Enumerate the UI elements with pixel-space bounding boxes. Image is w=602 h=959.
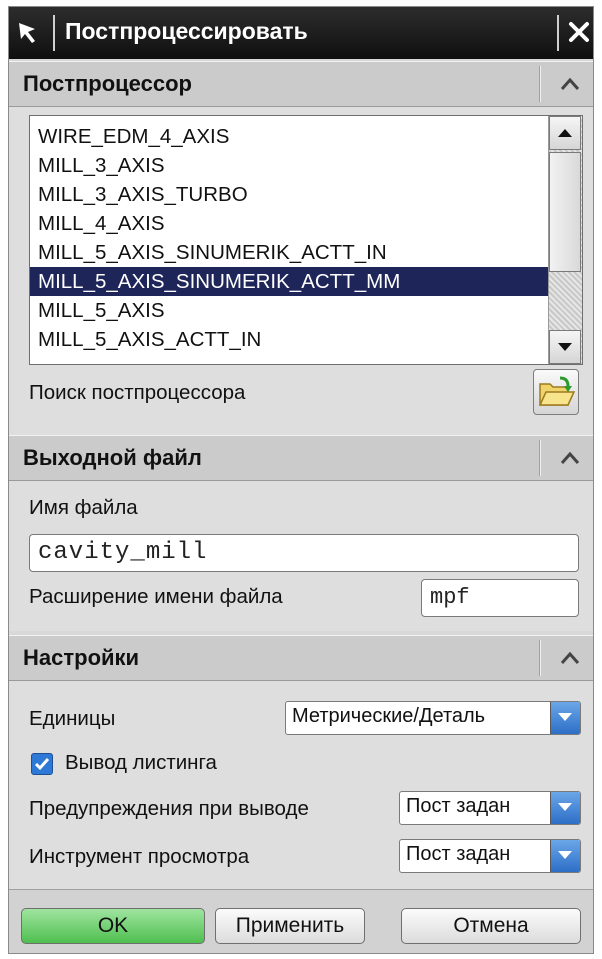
collapse-caret-icon[interactable] [557, 646, 583, 670]
viewer-select-value: Пост задан [406, 843, 511, 865]
warnings-label: Предупреждения при выводе [29, 797, 309, 820]
filename-input[interactable]: cavity_mill [29, 534, 579, 572]
postprocess-dialog: Постпроцессировать Постпроцессор WIRE_ED… [8, 6, 594, 954]
section-title: Настройки [23, 645, 140, 670]
extension-input[interactable]: mpf [421, 579, 579, 617]
listing-label[interactable]: Вывод листинга [65, 751, 217, 775]
scroll-up-button[interactable] [549, 116, 581, 150]
list-item[interactable]: MILL_3_AXIS [30, 151, 550, 180]
list-item[interactable]: WIRE_EDM_4_AXIS [30, 122, 550, 151]
extension-label: Расширение имени файла [29, 585, 283, 608]
units-label: Единицы [29, 707, 116, 730]
warnings-select[interactable]: Пост задан [399, 791, 581, 825]
window-title: Постпроцессировать [65, 18, 308, 44]
title-separator [557, 15, 559, 51]
cancel-button[interactable]: Отмена [401, 908, 581, 944]
list-item[interactable]: MILL_5_AXIS_SINUMERIK_ACTT_IN [30, 238, 550, 267]
title-bar[interactable]: Постпроцессировать [9, 7, 593, 59]
title-separator [53, 15, 55, 51]
browse-postprocessor-label: Поиск постпроцессора [29, 381, 246, 404]
postprocessor-list[interactable]: WIRE_EDM_4_AXIS MILL_3_AXIS MILL_3_AXIS_TU… [29, 115, 583, 365]
arrow-up-icon [558, 129, 572, 137]
warnings-select-value: Пост задан [406, 795, 511, 817]
ok-button[interactable]: OK [21, 908, 205, 944]
list-item[interactable]: MILL_5_AXIS_ACTT_IN [30, 325, 550, 354]
list-item[interactable]: MILL_3_AXIS_TURBO [30, 180, 550, 209]
dropdown-arrow-icon[interactable] [550, 840, 580, 872]
collapse-caret-icon[interactable] [557, 72, 583, 96]
app-cursor-icon [19, 23, 35, 43]
scroll-thumb[interactable] [549, 152, 581, 272]
postprocessor-list-items: WIRE_EDM_4_AXIS MILL_3_AXIS MILL_3_AXIS_TU… [30, 122, 550, 354]
close-icon[interactable] [565, 16, 593, 48]
open-folder-icon [538, 376, 576, 406]
section-divider [539, 640, 541, 676]
viewer-label: Инструмент просмотра [29, 845, 250, 868]
arrow-down-icon [558, 343, 572, 351]
listing-checkbox[interactable] [31, 753, 53, 775]
output-file-section-header[interactable]: Выходной файл [9, 435, 593, 481]
units-select[interactable]: Метрические/Деталь [285, 701, 581, 735]
filename-label: Имя файла [29, 496, 138, 519]
section-title: Выходной файл [23, 445, 202, 470]
apply-button[interactable]: Применить [215, 908, 365, 944]
dialog-footer: OK Применить Отмена [9, 889, 593, 953]
section-title: Постпроцессор [23, 71, 192, 96]
viewer-select[interactable]: Пост задан [399, 839, 581, 873]
list-item[interactable]: MILL_5_AXIS_SINUMERIK_ACTT_MM [30, 267, 550, 296]
settings-section-header[interactable]: Настройки [9, 635, 593, 681]
dropdown-arrow-icon[interactable] [550, 702, 580, 734]
list-item[interactable]: MILL_5_AXIS [30, 296, 550, 325]
scroll-down-button[interactable] [549, 330, 581, 364]
checkmark-icon [34, 758, 50, 771]
section-divider [539, 440, 541, 476]
dropdown-arrow-icon[interactable] [550, 792, 580, 824]
section-divider [539, 66, 541, 102]
list-scrollbar[interactable] [548, 116, 582, 364]
collapse-caret-icon[interactable] [557, 446, 583, 470]
browse-postprocessor-button[interactable] [533, 369, 579, 415]
postprocessor-section-header[interactable]: Постпроцессор [9, 61, 593, 107]
units-select-value: Метрические/Деталь [292, 705, 486, 727]
list-item[interactable]: MILL_4_AXIS [30, 209, 550, 238]
